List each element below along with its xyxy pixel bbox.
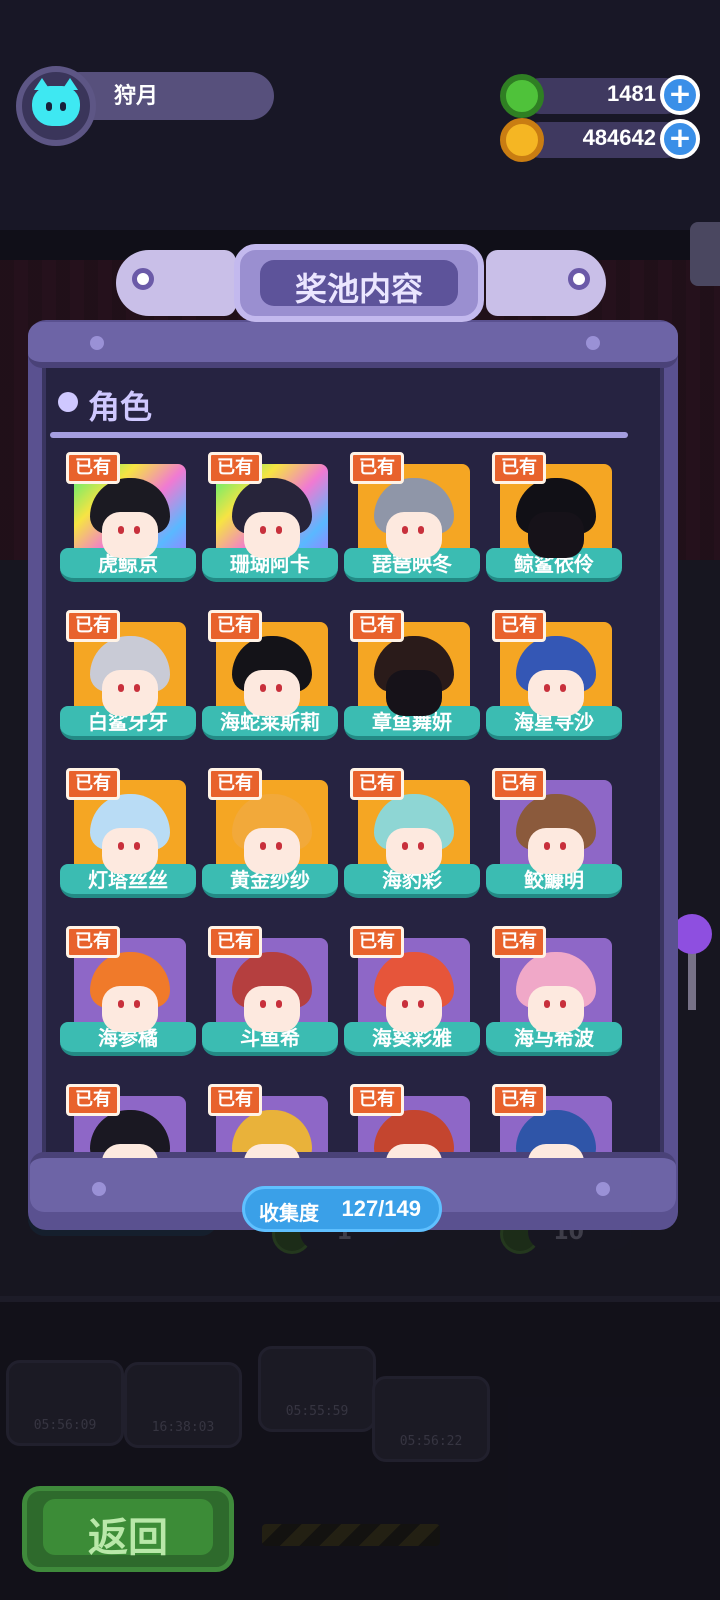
character-grid[interactable]: 已有 虎鲸京 已有 珊瑚阿卡 已有 琵琶映冬 已有 鲸鲨依伶已有 白鲨牙牙 已有 海蛇莱斯莉 已有 章鱼… bbox=[60, 452, 650, 1158]
lever-stick bbox=[688, 950, 696, 1010]
title-plate: 奖池内容 bbox=[234, 244, 484, 322]
owned-badge: 已有 bbox=[350, 452, 404, 484]
owned-badge: 已有 bbox=[208, 768, 262, 800]
character-portrait bbox=[88, 1110, 172, 1158]
owned-badge: 已有 bbox=[350, 610, 404, 642]
side-tab[interactable] bbox=[690, 222, 720, 286]
back-button[interactable]: 返回 bbox=[22, 1486, 234, 1572]
add-currency-button[interactable]: + bbox=[660, 119, 700, 159]
back-button-label: 返回 bbox=[88, 1515, 168, 1561]
fish-decoration-icon bbox=[486, 250, 606, 316]
owned-badge: 已有 bbox=[66, 452, 120, 484]
character-card[interactable]: 已有 灯塔丝丝 bbox=[60, 768, 196, 908]
owned-badge: 已有 bbox=[492, 452, 546, 484]
green-ring-coin-icon bbox=[500, 74, 544, 118]
currency-gold: 484642 + bbox=[500, 118, 700, 162]
section-title: 角色 bbox=[88, 388, 153, 426]
character-card[interactable]: 已有 白鲨牙牙 bbox=[60, 610, 196, 750]
currency-green: 1481 + bbox=[500, 74, 700, 118]
owned-badge: 已有 bbox=[350, 768, 404, 800]
section-divider bbox=[50, 432, 628, 438]
modal-title-banner: 奖池内容 bbox=[116, 240, 606, 330]
character-card[interactable]: 已有 黄金纱纱 bbox=[202, 768, 338, 908]
owned-badge: 已有 bbox=[492, 610, 546, 642]
owned-badge: 已有 bbox=[66, 1084, 120, 1116]
gold-planet-coin-icon bbox=[500, 118, 544, 162]
character-card[interactable]: 已有 鲛鱇明 bbox=[486, 768, 622, 908]
character-card[interactable]: 已有 bbox=[60, 1084, 196, 1158]
modal-title: 奖池内容 bbox=[294, 270, 423, 308]
profile-name: 狩月 bbox=[114, 84, 159, 109]
character-card[interactable]: 已有 虎鲸京 bbox=[60, 452, 196, 592]
character-card[interactable]: 已有 鲸鲨依伶 bbox=[486, 452, 622, 592]
owned-badge: 已有 bbox=[350, 1084, 404, 1116]
character-card[interactable]: 已有 海参橘 bbox=[60, 926, 196, 1066]
profile-header[interactable]: 狩月 bbox=[16, 66, 274, 150]
owned-badge: 已有 bbox=[208, 926, 262, 958]
owned-badge: 已有 bbox=[66, 768, 120, 800]
owned-badge: 已有 bbox=[492, 926, 546, 958]
collection-value: 127/149 bbox=[341, 1196, 421, 1221]
collection-label: 收集度 bbox=[259, 1201, 319, 1225]
cat-avatar-icon bbox=[32, 78, 80, 126]
owned-badge: 已有 bbox=[492, 1084, 546, 1116]
character-card[interactable]: 已有 海葵彩雅 bbox=[344, 926, 480, 1066]
character-card[interactable]: 已有 海马希波 bbox=[486, 926, 622, 1066]
character-portrait bbox=[372, 1110, 456, 1158]
character-card[interactable]: 已有 bbox=[202, 1084, 338, 1158]
character-card[interactable]: 已有 海蛇莱斯莉 bbox=[202, 610, 338, 750]
owned-badge: 已有 bbox=[208, 1084, 262, 1116]
character-card[interactable]: 已有 bbox=[486, 1084, 622, 1158]
character-card[interactable]: 已有 bbox=[344, 1084, 480, 1158]
owned-badge: 已有 bbox=[208, 610, 262, 642]
character-portrait bbox=[230, 1110, 314, 1158]
avatar[interactable] bbox=[16, 66, 96, 146]
lever-knob[interactable] bbox=[672, 914, 712, 954]
fish-decoration-icon bbox=[116, 250, 236, 316]
character-card[interactable]: 已有 章鱼舞妍 bbox=[344, 610, 480, 750]
bullet-dot-icon bbox=[58, 392, 78, 412]
currency-value: 1481 bbox=[607, 81, 656, 106]
owned-badge: 已有 bbox=[492, 768, 546, 800]
character-card[interactable]: 已有 海星寻沙 bbox=[486, 610, 622, 750]
owned-badge: 已有 bbox=[350, 926, 404, 958]
collection-progress: 收集度 127/149 bbox=[242, 1186, 442, 1232]
character-portrait bbox=[514, 1110, 598, 1158]
character-card[interactable]: 已有 海豹彩 bbox=[344, 768, 480, 908]
character-card[interactable]: 已有 斗鱼希 bbox=[202, 926, 338, 1066]
owned-badge: 已有 bbox=[208, 452, 262, 484]
add-currency-button[interactable]: + bbox=[660, 75, 700, 115]
owned-badge: 已有 bbox=[66, 926, 120, 958]
owned-badge: 已有 bbox=[66, 610, 120, 642]
character-card[interactable]: 已有 琵琶映冬 bbox=[344, 452, 480, 592]
currency-value: 484642 bbox=[582, 125, 656, 150]
character-card[interactable]: 已有 珊瑚阿卡 bbox=[202, 452, 338, 592]
